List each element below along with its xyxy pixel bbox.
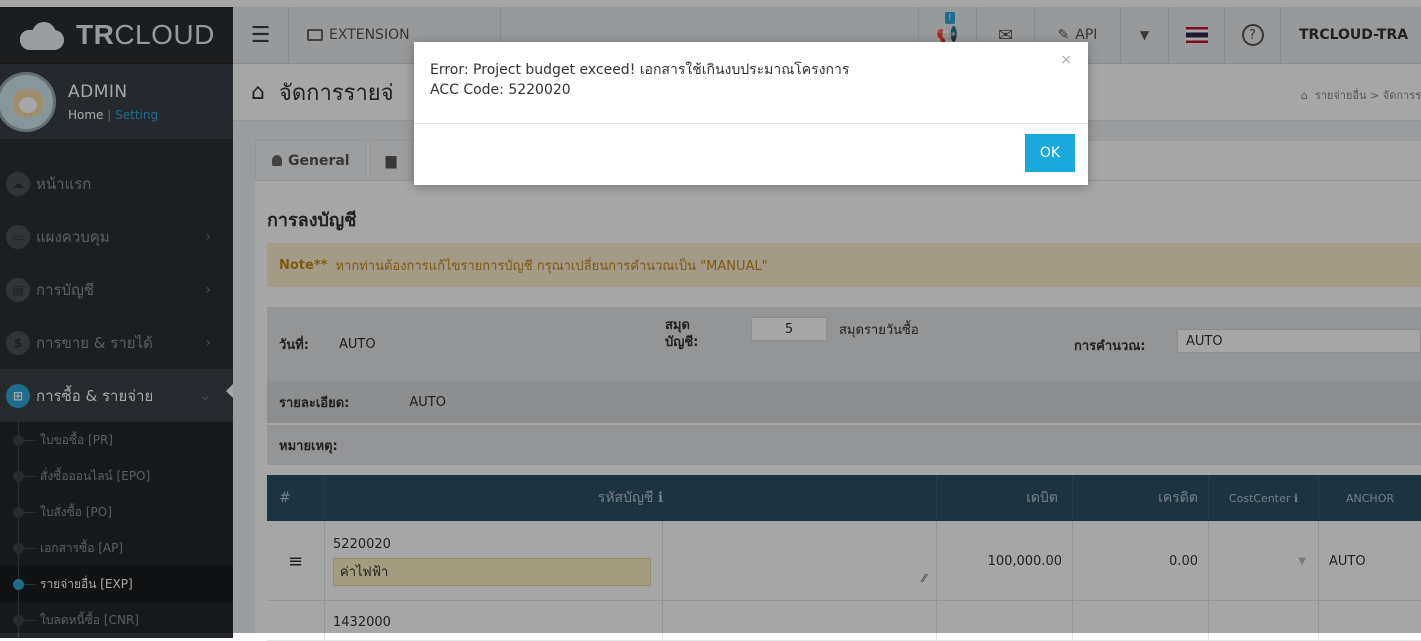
error-dialog: Error: Project budget exceed! เอกสารใช้เ…	[414, 42, 1088, 185]
dialog-body: Error: Project budget exceed! เอกสารใช้เ…	[414, 42, 1088, 124]
dialog-footer: OK	[414, 124, 1088, 185]
close-icon[interactable]: ×	[1060, 52, 1072, 68]
error-message: Error: Project budget exceed! เอกสารใช้เ…	[430, 62, 850, 78]
ok-button[interactable]: OK	[1025, 134, 1075, 172]
error-acc-code: ACC Code: 5220020	[430, 82, 571, 98]
